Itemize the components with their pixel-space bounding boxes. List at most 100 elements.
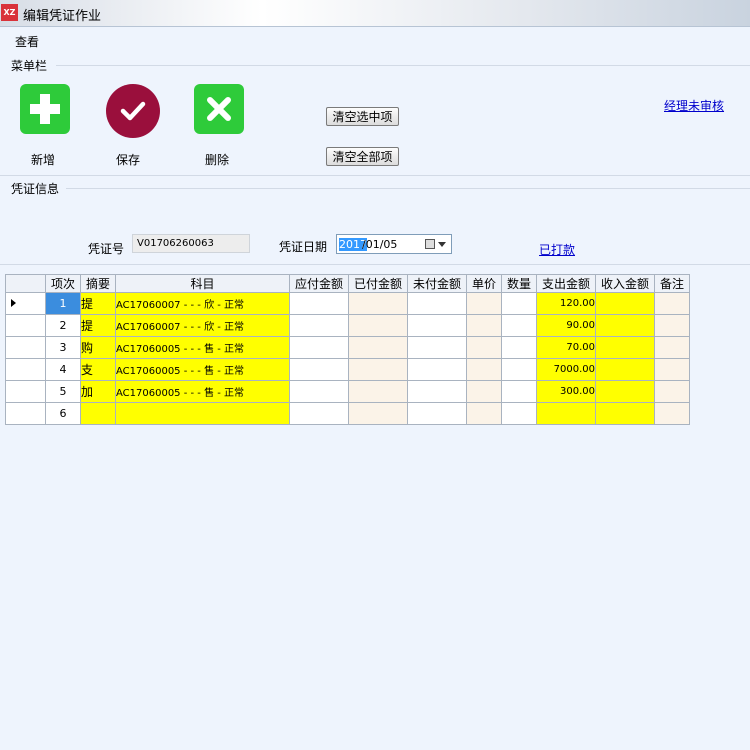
paid-cell[interactable] — [348, 314, 408, 337]
row-header[interactable] — [5, 336, 46, 359]
income-cell[interactable] — [595, 336, 655, 359]
quantity-cell[interactable] — [501, 314, 537, 337]
subject-cell[interactable]: AC17060005 - - - 售 - 正常 — [115, 358, 290, 381]
payable-cell[interactable] — [289, 292, 349, 315]
row-index-cell[interactable]: 6 — [45, 402, 81, 425]
income-cell[interactable] — [595, 380, 655, 403]
table-row[interactable]: 3 购 AC17060005 - - - 售 - 正常 70.00 — [5, 336, 690, 359]
unpaid-cell[interactable] — [407, 292, 467, 315]
unit-price-cell[interactable] — [466, 402, 502, 425]
column-header[interactable]: 科目 — [115, 274, 290, 293]
unit-price-cell[interactable] — [466, 358, 502, 381]
subject-cell[interactable]: AC17060005 - - - 售 - 正常 — [115, 336, 290, 359]
row-header[interactable] — [5, 292, 46, 315]
clear-selected-button[interactable]: 清空选中项 — [326, 107, 399, 126]
save-button[interactable] — [106, 84, 160, 138]
column-header[interactable]: 数量 — [501, 274, 537, 293]
remark-cell[interactable] — [654, 292, 690, 315]
subject-cell[interactable] — [115, 402, 290, 425]
summary-cell[interactable]: 购 — [80, 336, 116, 359]
column-header[interactable]: 单价 — [466, 274, 502, 293]
quantity-cell[interactable] — [501, 380, 537, 403]
payable-cell[interactable] — [289, 336, 349, 359]
unpaid-cell[interactable] — [407, 358, 467, 381]
column-header[interactable]: 应付金额 — [289, 274, 349, 293]
add-button[interactable] — [20, 84, 70, 134]
chevron-down-icon[interactable] — [438, 242, 446, 247]
calendar-icon[interactable] — [425, 239, 435, 249]
row-index-cell[interactable]: 4 — [45, 358, 81, 381]
unpaid-cell[interactable] — [407, 380, 467, 403]
paid-cell[interactable] — [348, 292, 408, 315]
unit-price-cell[interactable] — [466, 292, 502, 315]
row-header[interactable] — [5, 380, 46, 403]
paid-cell[interactable] — [348, 358, 408, 381]
row-index-cell[interactable]: 3 — [45, 336, 81, 359]
expense-cell[interactable]: 7000.00 — [536, 358, 596, 381]
expense-cell[interactable]: 90.00 — [536, 314, 596, 337]
column-header[interactable]: 支出金额 — [536, 274, 596, 293]
quantity-cell[interactable] — [501, 292, 537, 315]
expense-cell[interactable]: 300.00 — [536, 380, 596, 403]
summary-cell[interactable]: 提 — [80, 292, 116, 315]
unit-price-cell[interactable] — [466, 380, 502, 403]
menu-view[interactable]: 查看 — [15, 33, 39, 50]
table-row[interactable]: 2 提 AC17060007 - - - 欣 - 正常 90.00 — [5, 314, 690, 337]
clear-all-button[interactable]: 清空全部项 — [326, 147, 399, 166]
subject-cell[interactable]: AC17060007 - - - 欣 - 正常 — [115, 292, 290, 315]
quantity-cell[interactable] — [501, 402, 537, 425]
paid-cell[interactable] — [348, 402, 408, 425]
column-header[interactable]: 未付金额 — [407, 274, 467, 293]
column-header[interactable]: 摘要 — [80, 274, 116, 293]
table-row[interactable]: 5 加 AC17060005 - - - 售 - 正常 300.00 — [5, 380, 690, 403]
manager-review-link[interactable]: 经理未审核 — [664, 97, 724, 114]
unit-price-cell[interactable] — [466, 314, 502, 337]
unpaid-cell[interactable] — [407, 314, 467, 337]
quantity-cell[interactable] — [501, 358, 537, 381]
unpaid-cell[interactable] — [407, 336, 467, 359]
remark-cell[interactable] — [654, 380, 690, 403]
payable-cell[interactable] — [289, 314, 349, 337]
row-index-cell[interactable]: 2 — [45, 314, 81, 337]
summary-cell[interactable]: 加 — [80, 380, 116, 403]
income-cell[interactable] — [595, 358, 655, 381]
quantity-cell[interactable] — [501, 336, 537, 359]
row-header[interactable] — [5, 314, 46, 337]
column-header[interactable]: 项次 — [45, 274, 81, 293]
table-row[interactable]: 4 支 AC17060005 - - - 售 - 正常 7000.00 — [5, 358, 690, 381]
row-index-cell[interactable]: 1 — [45, 292, 81, 315]
row-header[interactable] — [5, 402, 46, 425]
unpaid-cell[interactable] — [407, 402, 467, 425]
payable-cell[interactable] — [289, 402, 349, 425]
voucher-date-picker[interactable]: 2017 /01/05 — [336, 234, 452, 254]
column-header[interactable]: 已付金额 — [348, 274, 408, 293]
column-header[interactable]: 收入金额 — [595, 274, 655, 293]
unit-price-cell[interactable] — [466, 336, 502, 359]
remark-cell[interactable] — [654, 358, 690, 381]
payable-cell[interactable] — [289, 380, 349, 403]
table-row[interactable]: 6 — [5, 402, 690, 425]
summary-cell[interactable] — [80, 402, 116, 425]
income-cell[interactable] — [595, 314, 655, 337]
delete-button[interactable] — [194, 84, 244, 134]
expense-cell[interactable]: 120.00 — [536, 292, 596, 315]
expense-cell[interactable] — [536, 402, 596, 425]
paid-link[interactable]: 已打款 — [539, 241, 575, 258]
remark-cell[interactable] — [654, 402, 690, 425]
payable-cell[interactable] — [289, 358, 349, 381]
income-cell[interactable] — [595, 402, 655, 425]
summary-cell[interactable]: 支 — [80, 358, 116, 381]
paid-cell[interactable] — [348, 336, 408, 359]
income-cell[interactable] — [595, 292, 655, 315]
remark-cell[interactable] — [654, 336, 690, 359]
paid-cell[interactable] — [348, 380, 408, 403]
expense-cell[interactable]: 70.00 — [536, 336, 596, 359]
column-header[interactable]: 备注 — [654, 274, 690, 293]
subject-cell[interactable]: AC17060005 - - - 售 - 正常 — [115, 380, 290, 403]
table-row[interactable]: 1 提 AC17060007 - - - 欣 - 正常 120.00 — [5, 292, 690, 315]
subject-cell[interactable]: AC17060007 - - - 欣 - 正常 — [115, 314, 290, 337]
remark-cell[interactable] — [654, 314, 690, 337]
row-index-cell[interactable]: 5 — [45, 380, 81, 403]
summary-cell[interactable]: 提 — [80, 314, 116, 337]
row-header[interactable] — [5, 358, 46, 381]
